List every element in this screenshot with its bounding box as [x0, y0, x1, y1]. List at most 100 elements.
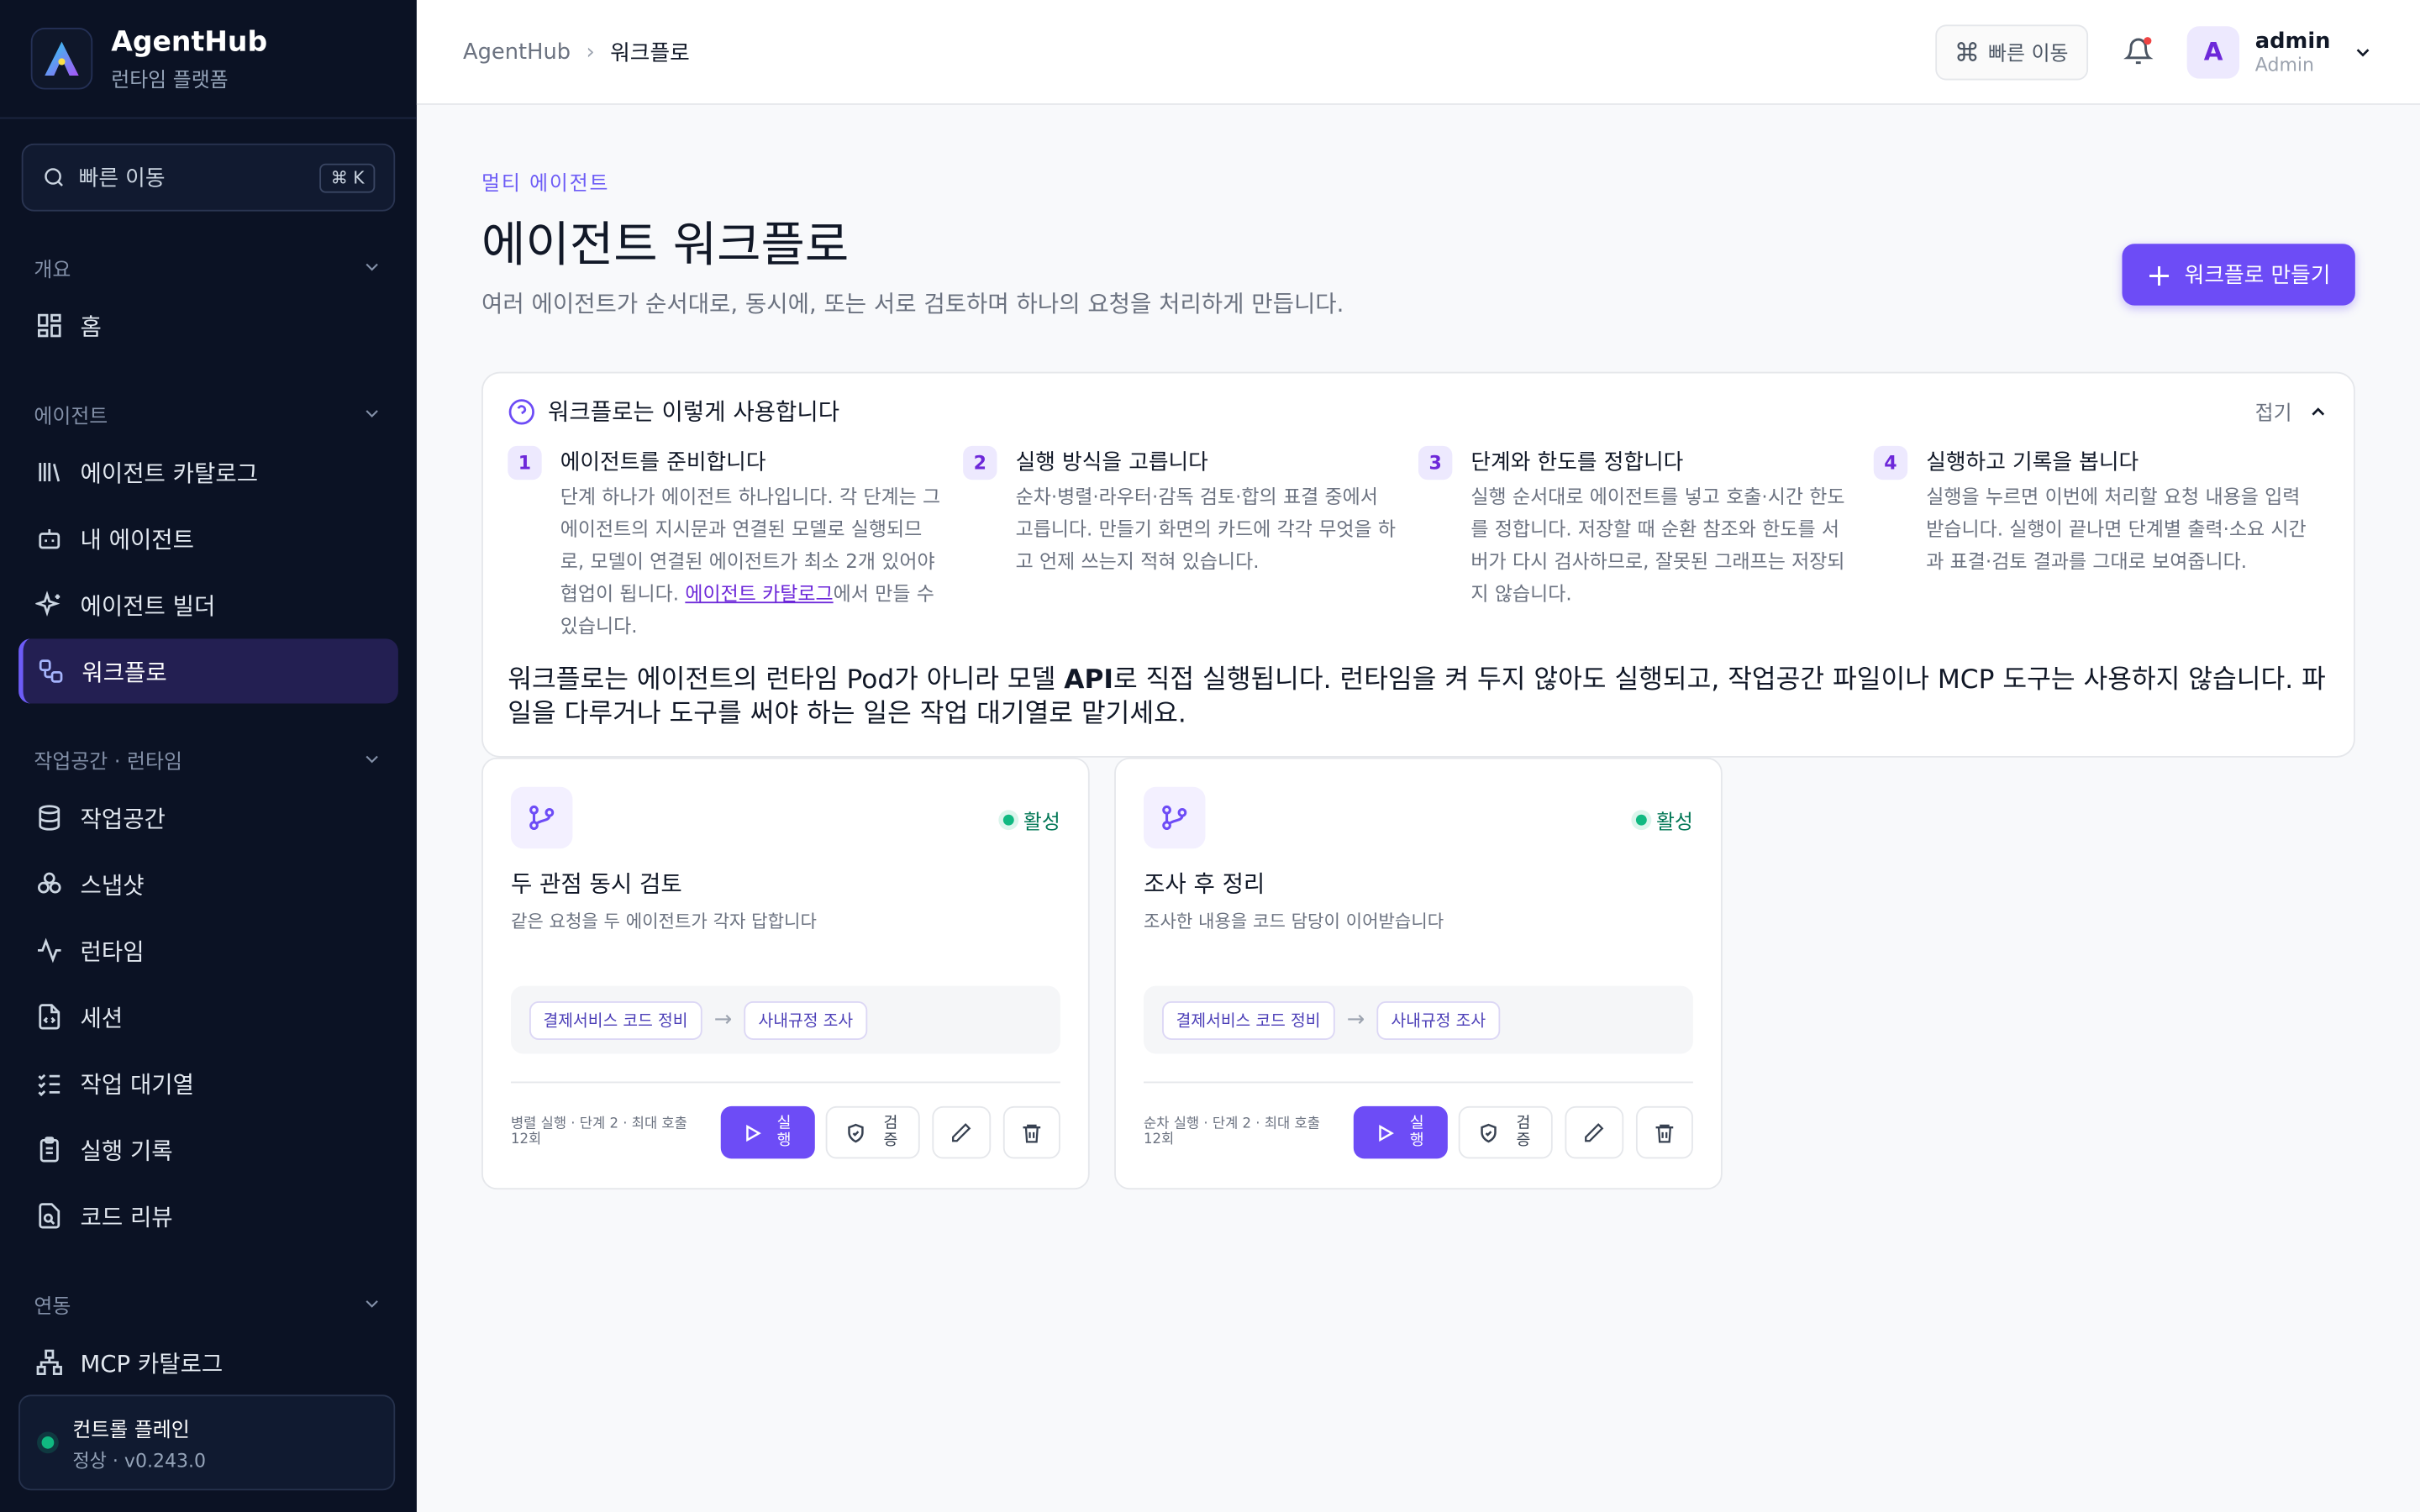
brand-name: AgentHub	[111, 25, 268, 58]
usage-guide-panel: 워크플로는 이렇게 사용합니다 접기 1 에이전트를 준비합니다 단계 하나가 …	[481, 371, 2355, 758]
plus-icon: +	[2146, 255, 2172, 293]
delete-button[interactable]	[1635, 1105, 1693, 1159]
edit-button[interactable]	[932, 1105, 991, 1159]
shortcut-hint: ⌘ K	[319, 162, 376, 192]
workflow-icon	[35, 656, 66, 687]
pencil-icon	[1585, 1122, 1604, 1142]
page-content: 멀티 에이전트 에이전트 워크플로 여러 에이전트가 순서대로, 동시에, 또는…	[417, 105, 2420, 1190]
guide-collapse-button[interactable]: 접기	[2255, 396, 2329, 426]
step-description: 실행을 누르면 이번에 처리할 요청 내용을 입력받습니다. 실행이 끝나면 단…	[1926, 484, 2307, 573]
activity-icon	[34, 935, 65, 966]
step-title: 실행 방식을 고릅니다	[1015, 450, 1208, 475]
nav-group-workspace-runtime[interactable]: 작업공간 · 런타임	[0, 734, 417, 784]
topbar: AgentHub › 워크플로 빠른 이동 A admin Admin	[416, 0, 2420, 105]
run-button[interactable]: 실행	[720, 1105, 815, 1159]
step-chip: 사내규정 조사	[744, 1000, 867, 1040]
workflow-meta: 병렬 실행 · 단계 2 · 최대 호출 12회	[510, 1116, 687, 1148]
database-icon	[34, 802, 65, 833]
arrow-right-icon: →	[713, 1007, 733, 1032]
control-plane-status[interactable]: 컨트롤 플레인 정상 · v0.243.0	[18, 1394, 396, 1491]
user-role: Admin	[2254, 53, 2315, 76]
chevron-up-icon	[2312, 407, 2325, 415]
workflow-subtitle: 조사한 내용을 코드 담당이 이어받습니다	[1144, 910, 1444, 932]
breadcrumb-home[interactable]: AgentHub	[463, 39, 571, 64]
step-description: 단계 하나가 에이전트 하나입니다. 각 단계는 그 에이전트의 지시문과 연결…	[560, 484, 941, 638]
network-icon	[34, 1347, 65, 1378]
sidebar-item-mcp-catalog[interactable]: MCP 카탈로그	[18, 1330, 398, 1394]
boxes-icon	[34, 869, 65, 900]
control-plane-title: 컨트롤 플레인	[72, 1418, 190, 1442]
brand-subtitle: 런타임 플랫폼	[111, 68, 229, 92]
sidebar-search[interactable]: 빠른 이동 ⌘ K	[21, 143, 396, 212]
edit-button[interactable]	[1565, 1105, 1623, 1159]
guide-step: 4 실행하고 기록을 봅니다 실행을 누르면 이번에 처리할 요청 내용을 입력…	[1873, 445, 2329, 642]
home-grid-icon	[34, 310, 65, 341]
verify-button[interactable]: 검증	[1458, 1105, 1553, 1159]
file-code-icon	[34, 1001, 65, 1032]
sidebar-item-workflow[interactable]: 워크플로	[18, 638, 398, 704]
workflow-steps: 결제서비스 코드 정비 → 사내규정 조사	[1144, 985, 1693, 1054]
pencil-icon	[952, 1122, 971, 1142]
workflow-card[interactable]: 활성 두 관점 동시 검토 같은 요청을 두 에이전트가 각자 답합니다 결제서…	[481, 757, 1090, 1190]
quick-nav-button[interactable]: 빠른 이동	[1935, 24, 2089, 80]
workflow-subtitle: 같은 요청을 두 에이전트가 각자 답합니다	[510, 910, 817, 932]
step-chip: 사내규정 조사	[1377, 1000, 1500, 1040]
delete-button[interactable]	[1002, 1105, 1060, 1159]
sidebar-item-session[interactable]: 세션	[18, 984, 398, 1049]
sidebar-item-agent-builder[interactable]: 에이전트 빌더	[18, 572, 398, 637]
git-branch-icon	[1144, 786, 1206, 849]
step-number: 4	[1873, 445, 1908, 480]
step-description: 실행 순서대로 에이전트를 넣고 호출·시간 한도를 정합니다. 저장할 때 순…	[1470, 484, 1845, 605]
brand[interactable]: AgentHub 런타임 플랫폼	[0, 0, 417, 119]
step-description: 순차·병렬·라우터·감독 검토·합의 표결 중에서 고릅니다. 만들기 화면의 …	[1015, 484, 1397, 573]
workflow-card-list: 활성 두 관점 동시 검토 같은 요청을 두 에이전트가 각자 답합니다 결제서…	[481, 757, 2355, 1190]
sidebar-item-home[interactable]: 홈	[18, 293, 398, 358]
workflow-steps: 결제서비스 코드 정비 → 사내규정 조사	[510, 985, 1060, 1054]
sidebar-item-job-queue[interactable]: 작업 대기열	[18, 1051, 398, 1116]
shield-check-icon	[1481, 1122, 1497, 1142]
sidebar-item-my-agents[interactable]: 내 에이전트	[18, 506, 398, 570]
chevron-down-icon	[366, 263, 378, 271]
status-dot	[41, 1436, 55, 1449]
page-eyebrow: 멀티 에이전트	[481, 172, 610, 197]
sidebar-item-workspace[interactable]: 작업공간	[18, 785, 398, 850]
sidebar: AgentHub 런타임 플랫폼 빠른 이동 ⌘ K 개요 홈 에이전트 에이전…	[0, 0, 417, 1512]
step-chip: 결제서비스 코드 정비	[529, 1000, 702, 1040]
workflow-title: 조사 후 정리	[1144, 869, 1265, 898]
nav-group-integrations[interactable]: 연동	[0, 1279, 417, 1329]
nav-group-agents[interactable]: 에이전트	[0, 389, 417, 438]
sidebar-item-code-review[interactable]: 코드 리뷰	[18, 1184, 398, 1248]
step-number: 1	[508, 445, 542, 480]
agent-catalog-link[interactable]: 에이전트 카탈로그	[685, 581, 833, 605]
play-icon	[1379, 1124, 1394, 1142]
shield-check-icon	[848, 1122, 864, 1142]
user-menu[interactable]: A admin Admin	[2186, 25, 2374, 78]
status-badge: 활성	[1636, 806, 1693, 835]
guide-step: 1 에이전트를 준비합니다 단계 하나가 에이전트 하나입니다. 각 단계는 그…	[508, 445, 963, 642]
sidebar-item-run-history[interactable]: 실행 기록	[18, 1117, 398, 1182]
step-title: 단계와 한도를 정합니다	[1470, 450, 1684, 475]
file-search-icon	[34, 1200, 65, 1231]
trash-icon	[1023, 1123, 1040, 1142]
nav-group-overview[interactable]: 개요	[0, 242, 417, 291]
search-icon	[45, 168, 63, 186]
command-icon	[1957, 42, 1977, 61]
play-icon	[746, 1124, 761, 1142]
workflow-card[interactable]: 활성 조사 후 정리 조사한 내용을 코드 담당이 이어받습니다 결제서비스 코…	[1114, 757, 1723, 1190]
step-title: 에이전트를 준비합니다	[560, 450, 766, 475]
clipboard-icon	[34, 1134, 65, 1165]
create-workflow-button[interactable]: + 워크플로 만들기	[2121, 244, 2355, 306]
sidebar-item-agent-catalog[interactable]: 에이전트 카탈로그	[18, 439, 398, 504]
run-button[interactable]: 실행	[1353, 1105, 1448, 1159]
chevron-down-icon	[2356, 48, 2370, 56]
control-plane-version: 정상 · v0.243.0	[72, 1449, 207, 1472]
sidebar-item-snapshot[interactable]: 스냅샷	[18, 852, 398, 916]
chevron-down-icon	[366, 755, 378, 764]
main-area: AgentHub › 워크플로 빠른 이동 A admin Admin 멀티 에…	[416, 0, 2420, 1512]
chevron-right-icon: ›	[586, 39, 595, 65]
sidebar-item-runtime[interactable]: 런타임	[18, 918, 398, 983]
page-description: 여러 에이전트가 순서대로, 동시에, 또는 서로 검토하며 하나의 요청을 처…	[481, 290, 1344, 318]
notifications-button[interactable]	[2110, 24, 2165, 79]
verify-button[interactable]: 검증	[825, 1105, 920, 1159]
sidebar-search-label: 빠른 이동	[78, 166, 166, 192]
